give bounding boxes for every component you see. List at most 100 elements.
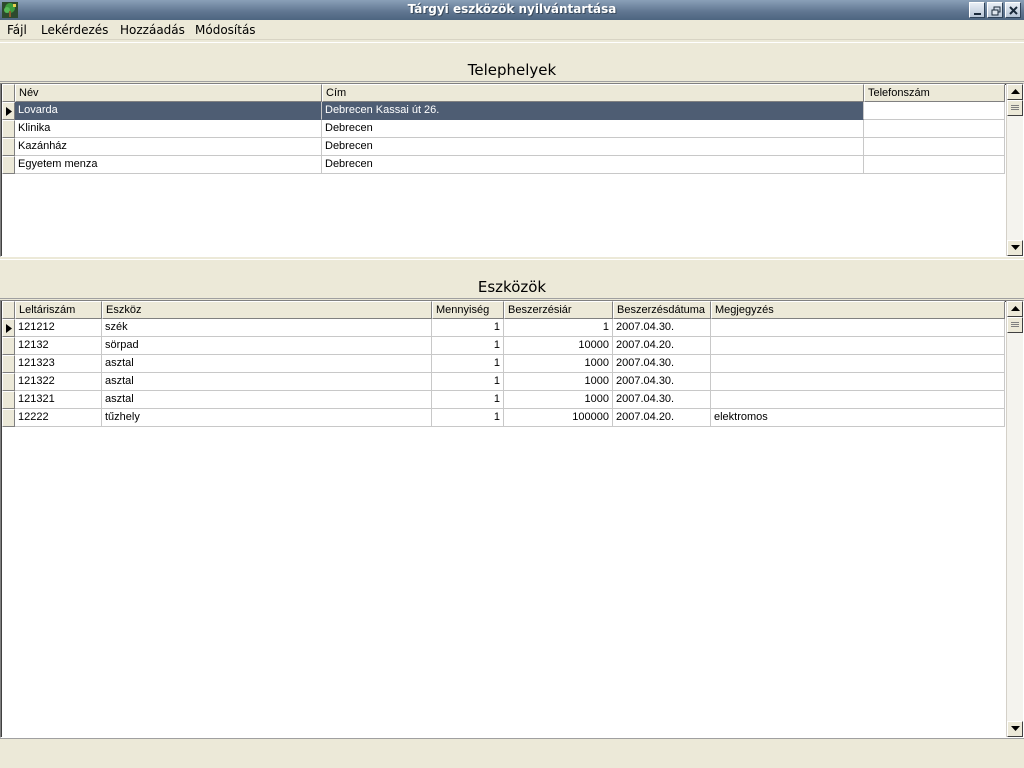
cell-leltariszam[interactable]: 12132 [15,337,102,355]
cell-eszkoz[interactable]: asztal [102,373,432,391]
restore-button[interactable] [987,2,1003,18]
cell-megjegyzes[interactable] [711,337,1005,355]
cell-beszerzesdatuma[interactable]: 2007.04.30. [613,373,711,391]
cell-mennyiseg[interactable]: 1 [432,391,504,409]
minimize-icon [974,13,981,15]
scroll-thumb[interactable] [1007,100,1023,116]
cell-beszerzesiar[interactable]: 10000 [504,337,613,355]
cell-beszerzesdatuma[interactable]: 2007.04.30. [613,391,711,409]
menu-hozzaadas[interactable]: Hozzáadás [120,23,185,37]
cell-beszerzesdatuma[interactable]: 2007.04.20. [613,337,711,355]
minimize-button[interactable] [969,2,985,18]
row-pointer-icon [6,107,12,116]
column-header-beszerzesdatuma[interactable]: Beszerzésdátuma [613,301,711,319]
menu-modositas[interactable]: Módosítás [195,23,256,37]
grid-corner [2,84,15,102]
cell-beszerzesiar[interactable]: 1000 [504,355,613,373]
cell-leltariszam[interactable]: 121323 [15,355,102,373]
telephelyek-title: Telephelyek [467,61,557,79]
cell-nev[interactable]: Lovarda [15,102,322,120]
column-header-beszerzesiar[interactable]: Beszerzésiár [504,301,613,319]
cell-eszkoz[interactable]: asztal [102,355,432,373]
cell-leltariszam[interactable]: 121212 [15,319,102,337]
cell-beszerzesdatuma[interactable]: 2007.04.30. [613,319,711,337]
eszkozok-header: Eszközök [0,259,1024,299]
eszkozok-title: Eszközök [477,278,547,296]
row-indicator[interactable] [2,391,15,409]
cell-megjegyzes[interactable]: elektromos [711,409,1005,427]
cell-eszkoz[interactable]: asztal [102,391,432,409]
arrow-up-icon [1011,89,1020,94]
menu-lekerdezes[interactable]: Lekérdezés [41,23,108,37]
cell-telefonszam[interactable] [864,102,1005,120]
cell-beszerzesdatuma[interactable]: 2007.04.30. [613,355,711,373]
column-header-mennyiseg[interactable]: Mennyiség [432,301,504,319]
scroll-up-button[interactable] [1007,84,1023,100]
close-button[interactable] [1005,2,1021,18]
row-indicator[interactable] [2,409,15,427]
cell-megjegyzes[interactable] [711,319,1005,337]
cell-beszerzesiar[interactable]: 100000 [504,409,613,427]
eszkozok-grid[interactable]: Leltáriszám Eszköz Mennyiség Beszerzésiá… [0,300,1024,738]
cell-telefonszam[interactable] [864,120,1005,138]
scroll-up-button[interactable] [1007,301,1023,317]
row-indicator[interactable] [2,156,15,174]
row-indicator[interactable] [2,373,15,391]
row-indicator[interactable] [2,337,15,355]
cell-nev[interactable]: Klinika [15,120,322,138]
row-indicator[interactable] [2,120,15,138]
scroll-down-button[interactable] [1007,721,1023,737]
column-header-megjegyzes[interactable]: Megjegyzés [711,301,1005,319]
cell-eszkoz[interactable]: szék [102,319,432,337]
arrow-down-icon [1011,726,1020,731]
cell-megjegyzes[interactable] [711,391,1005,409]
cell-leltariszam[interactable]: 12222 [15,409,102,427]
column-header-leltariszam[interactable]: Leltáriszám [15,301,102,319]
cell-telefonszam[interactable] [864,138,1005,156]
window-title: Tárgyi eszközök nyilvántartása [407,2,617,16]
row-indicator[interactable] [2,319,15,337]
cell-megjegyzes[interactable] [711,355,1005,373]
cell-eszkoz[interactable]: tűzhely [102,409,432,427]
cell-cim[interactable]: Debrecen [322,120,864,138]
eszkozok-scrollbar[interactable] [1006,301,1023,737]
cell-mennyiseg[interactable]: 1 [432,409,504,427]
column-header-cim[interactable]: Cím [322,84,864,102]
column-header-telefonszam[interactable]: Telefonszám [864,84,1005,102]
cell-cim[interactable]: Debrecen Kassai út 26. [322,102,864,120]
cell-beszerzesdatuma[interactable]: 2007.04.20. [613,409,711,427]
row-indicator[interactable] [2,138,15,156]
cell-cim[interactable]: Debrecen [322,138,864,156]
app-window: Tárgyi eszközök nyilvántartása Fájl Leké… [0,0,1024,768]
column-header-eszkoz[interactable]: Eszköz [102,301,432,319]
scroll-down-button[interactable] [1007,240,1023,256]
row-indicator[interactable] [2,355,15,373]
telephelyek-grid[interactable]: Név Cím Telefonszám Lovarda Debrecen Kas… [0,83,1024,257]
title-bar[interactable]: Tárgyi eszközök nyilvántartása [0,0,1024,20]
cell-beszerzesiar[interactable]: 1 [504,319,613,337]
menu-bar: Fájl Lekérdezés Hozzáadás Módosítás [0,20,1024,40]
cell-beszerzesiar[interactable]: 1000 [504,373,613,391]
cell-nev[interactable]: Egyetem menza [15,156,322,174]
cell-nev[interactable]: Kazánház [15,138,322,156]
arrow-up-icon [1011,306,1020,311]
restore-icon [991,6,1001,16]
cell-telefonszam[interactable] [864,156,1005,174]
column-header-nev[interactable]: Név [15,84,322,102]
cell-mennyiseg[interactable]: 1 [432,319,504,337]
cell-beszerzesiar[interactable]: 1000 [504,391,613,409]
cell-leltariszam[interactable]: 121322 [15,373,102,391]
menu-fajl[interactable]: Fájl [7,23,27,37]
cell-mennyiseg[interactable]: 1 [432,373,504,391]
cell-cim[interactable]: Debrecen [322,156,864,174]
cell-leltariszam[interactable]: 121321 [15,391,102,409]
arrow-down-icon [1011,245,1020,250]
cell-mennyiseg[interactable]: 1 [432,337,504,355]
row-indicator[interactable] [2,102,15,120]
cell-eszkoz[interactable]: sörpad [102,337,432,355]
scroll-thumb[interactable] [1007,317,1023,333]
telephelyek-scrollbar[interactable] [1006,84,1023,256]
cell-mennyiseg[interactable]: 1 [432,355,504,373]
telephelyek-header: Telephelyek [0,42,1024,82]
cell-megjegyzes[interactable] [711,373,1005,391]
